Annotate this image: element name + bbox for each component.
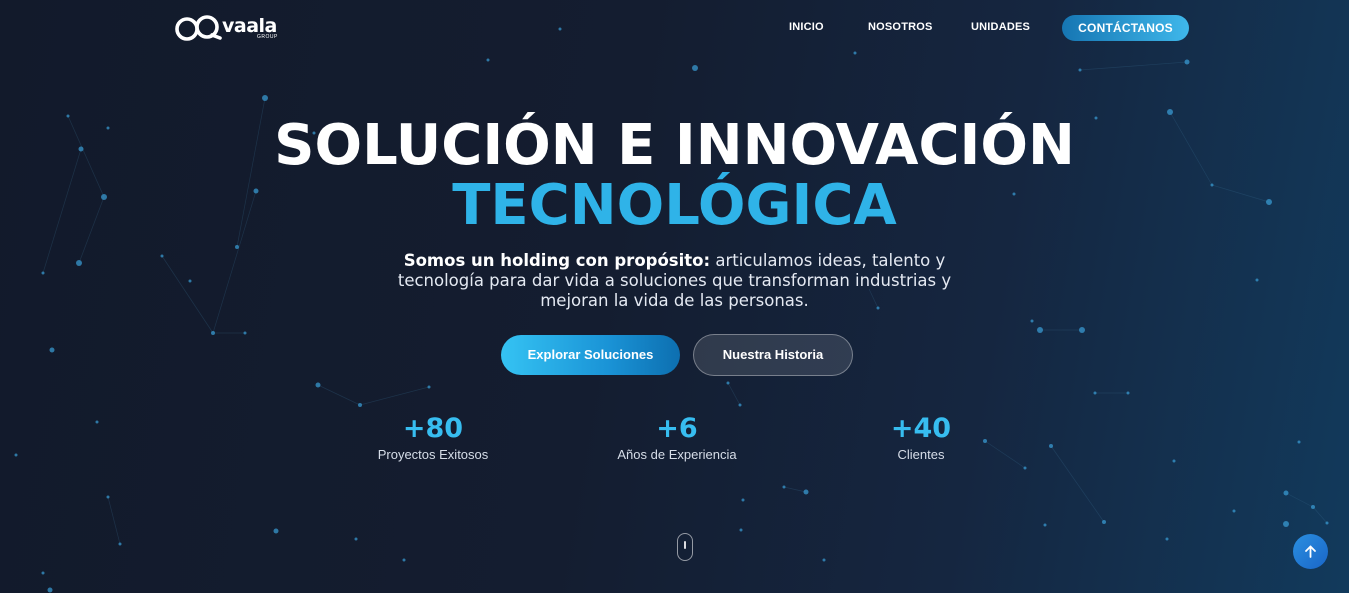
stat-value: +40 — [890, 413, 952, 444]
brand-logo[interactable]: vaala GROUP — [174, 12, 284, 46]
stat-clients: +40 Clientes — [821, 412, 1021, 464]
mouse-scroll-icon — [677, 533, 693, 561]
stat-label: Proyectos Exitosos — [377, 447, 489, 462]
hero-title-line-1: SOLUCIÓN E INNOVACIÓN — [274, 113, 1075, 178]
contact-button[interactable]: CONTÁCTANOS — [1062, 15, 1189, 41]
brand-tagline: GROUP — [257, 34, 278, 40]
stat-projects: +80 Proyectos Exitosos — [333, 412, 533, 464]
arrow-up-icon — [1305, 545, 1316, 558]
explore-solutions-button[interactable]: Explorar Soluciones — [501, 335, 680, 375]
hero-title-line-2: TECNOLÓGICA — [452, 173, 897, 238]
stat-value: +6 — [656, 413, 698, 444]
nav-link-nosotros[interactable]: NOSOTROS — [868, 21, 933, 33]
back-to-top-button[interactable] — [1293, 534, 1328, 569]
hero-subtitle: Somos un holding con propósito: articula… — [374, 251, 975, 311]
stat-value: +80 — [402, 413, 464, 444]
hero-subtitle-bold: Somos un holding con propósito: — [403, 251, 711, 270]
nav-link-inicio[interactable]: INICIO — [789, 21, 824, 33]
nav-link-unidades[interactable]: UNIDADES — [971, 21, 1030, 33]
stat-experience: +6 Años de Experiencia — [577, 412, 777, 464]
our-history-button[interactable]: Nuestra Historia — [693, 334, 853, 376]
stat-label: Clientes — [897, 447, 945, 462]
infinity-loop-logo-icon — [175, 15, 222, 41]
stat-label: Años de Experiencia — [617, 447, 737, 462]
scroll-wheel-dot — [683, 541, 686, 549]
